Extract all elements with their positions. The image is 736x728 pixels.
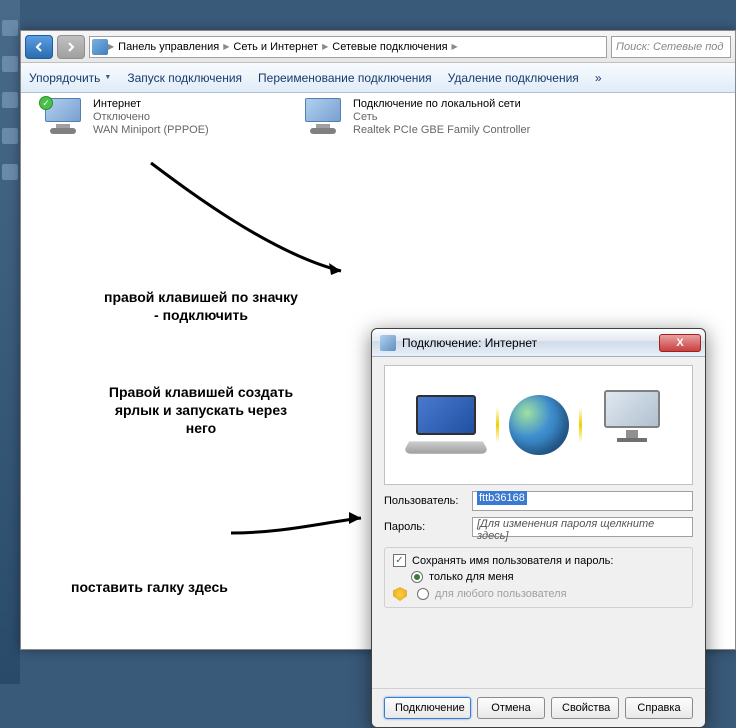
start-connection-button[interactable]: Запуск подключения — [127, 71, 242, 85]
any-user-radio-row[interactable]: для любого пользователя — [411, 587, 684, 601]
username-label: Пользователь: — [384, 495, 466, 507]
explorer-window: ▶ Панель управления ▶ Сеть и Интернет ▶ … — [20, 30, 736, 650]
nav-back-button[interactable] — [25, 35, 53, 59]
username-input[interactable]: fttb36168 — [472, 491, 693, 511]
connect-dialog: Подключение: Интернет X Пользователь: — [371, 328, 706, 728]
dialog-illustration — [384, 365, 693, 485]
laptop-icon — [406, 395, 486, 455]
nav-forward-button[interactable] — [57, 35, 85, 59]
search-input[interactable]: Поиск: Сетевые под — [611, 36, 731, 58]
breadcrumb-item[interactable]: Сетевые подключения — [328, 37, 451, 57]
password-row: Пароль: [Для изменения пароля щелкните з… — [384, 517, 693, 537]
content-pane: ✓ Интернет Отключено WAN Miniport (PPPOE… — [21, 93, 735, 649]
dialog-icon — [380, 335, 396, 351]
password-label: Пароль: — [384, 521, 466, 533]
desktop-icon[interactable] — [2, 92, 18, 108]
connection-device: WAN Miniport (PPPOE) — [93, 124, 209, 136]
desktop-icon[interactable] — [2, 128, 18, 144]
cancel-button[interactable]: Отмена — [477, 697, 545, 719]
globe-icon — [509, 395, 569, 455]
any-user-radio[interactable] — [417, 588, 429, 600]
connection-item-internet[interactable]: ✓ Интернет Отключено WAN Miniport (PPPOE… — [41, 98, 209, 138]
delete-connection-button[interactable]: Удаление подключения — [448, 71, 579, 85]
shield-icon — [393, 587, 407, 601]
connection-name: Подключение по локальной сети — [353, 98, 530, 110]
breadcrumb-item[interactable]: Сеть и Интернет — [229, 37, 322, 57]
chevron-down-icon: ▼ — [104, 74, 111, 81]
only-me-radio[interactable] — [411, 571, 423, 583]
desktop-icon[interactable] — [2, 164, 18, 180]
dialog-button-row: Подключение Отмена Свойства Справка — [372, 688, 705, 727]
connection-item-lan[interactable]: Подключение по локальной сети Сеть Realt… — [301, 98, 530, 138]
only-me-radio-row[interactable]: только для меня — [411, 571, 684, 583]
username-row: Пользователь: fttb36168 — [384, 491, 693, 511]
password-input[interactable]: [Для изменения пароля щелкните здесь] — [472, 517, 693, 537]
desktop-icon[interactable] — [2, 20, 18, 36]
only-me-label: только для меня — [429, 571, 514, 583]
username-value: fttb36168 — [477, 491, 527, 505]
desktop-icon[interactable] — [2, 56, 18, 72]
toolbar: Упорядочить ▼ Запуск подключения Переиме… — [21, 63, 735, 93]
connection-status: Сеть — [353, 111, 530, 123]
properties-button[interactable]: Свойства — [551, 697, 619, 719]
save-credentials-group: ✓ Сохранять имя пользователя и пароль: т… — [384, 547, 693, 608]
connection-name: Интернет — [93, 98, 209, 110]
control-panel-icon — [92, 39, 108, 55]
annotation-text: правой клавишей по значку - подключить — [101, 288, 301, 324]
address-bar-row: ▶ Панель управления ▶ Сеть и Интернет ▶ … — [21, 31, 735, 63]
connection-icon — [301, 98, 345, 138]
save-credentials-label: Сохранять имя пользователя и пароль: — [412, 555, 613, 567]
status-badge-icon: ✓ — [39, 96, 53, 110]
dialog-title: Подключение: Интернет — [402, 336, 653, 350]
organize-menu[interactable]: Упорядочить ▼ — [29, 71, 111, 85]
desktop-background — [0, 0, 20, 684]
save-credentials-checkbox-row[interactable]: ✓ Сохранять имя пользователя и пароль: — [393, 554, 684, 567]
annotation-text: поставить галку здесь — [71, 578, 228, 596]
any-user-label: для любого пользователя — [435, 588, 567, 600]
rename-connection-button[interactable]: Переименование подключения — [258, 71, 432, 85]
breadcrumb-bar[interactable]: ▶ Панель управления ▶ Сеть и Интернет ▶ … — [89, 36, 607, 58]
breadcrumb-item[interactable]: Панель управления — [114, 37, 223, 57]
help-button[interactable]: Справка — [625, 697, 693, 719]
close-button[interactable]: X — [659, 334, 701, 352]
connection-icon: ✓ — [41, 98, 85, 138]
connect-button[interactable]: Подключение — [384, 697, 471, 719]
more-menu[interactable]: » — [595, 71, 602, 85]
desktop-pc-icon — [592, 390, 672, 460]
dialog-body: Пользователь: fttb36168 Пароль: [Для изм… — [372, 357, 705, 688]
organize-label: Упорядочить — [29, 71, 100, 85]
dialog-titlebar[interactable]: Подключение: Интернет X — [372, 329, 705, 357]
annotation-text: Правой клавишей создать ярлык и запускат… — [101, 383, 301, 438]
connection-device: Realtek PCIe GBE Family Controller — [353, 124, 530, 136]
chevron-right-icon[interactable]: ▶ — [452, 42, 458, 51]
save-credentials-checkbox[interactable]: ✓ — [393, 554, 406, 567]
connection-status: Отключено — [93, 111, 209, 123]
